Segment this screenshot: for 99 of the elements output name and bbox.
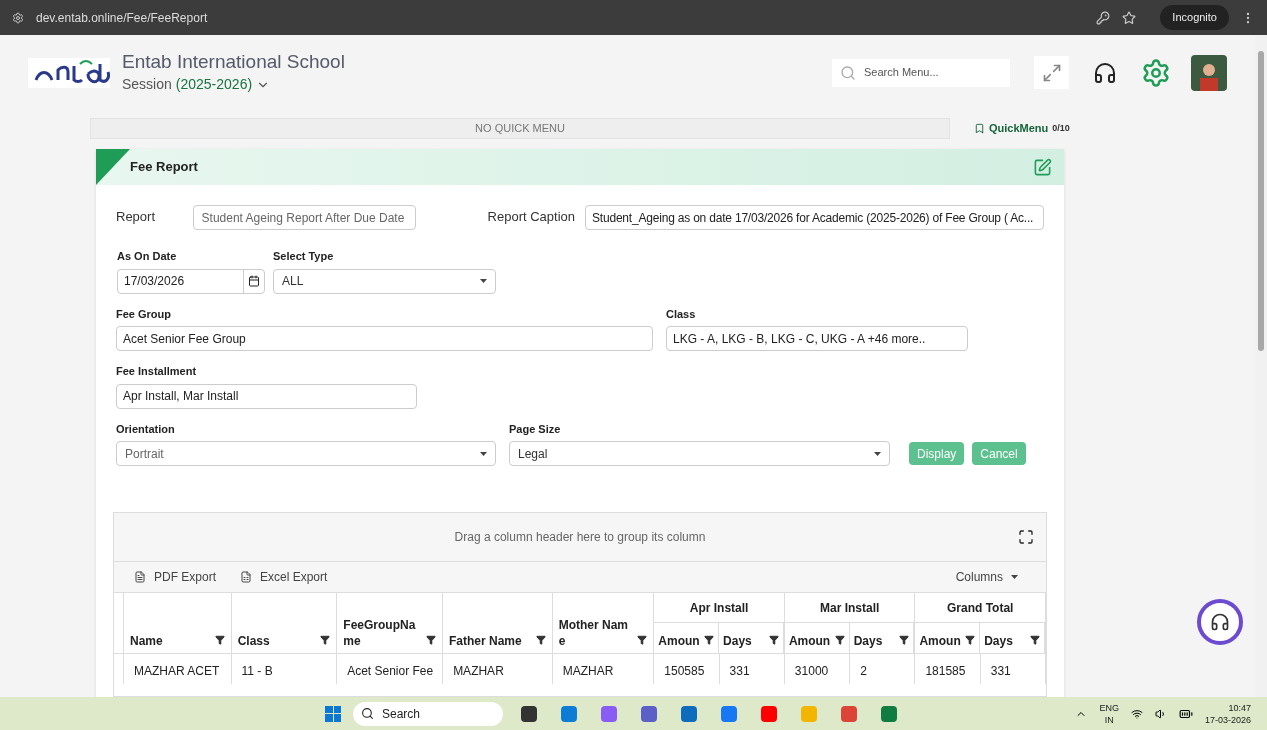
- table-cell: 331: [719, 654, 785, 684]
- fullscreen-icon[interactable]: [1018, 529, 1034, 545]
- table-cell: Acet Senior Fee: [337, 654, 444, 684]
- date-field[interactable]: 17/03/2026: [117, 268, 265, 294]
- school-name: Entab International School: [122, 50, 345, 74]
- table-cell: 181585: [915, 654, 981, 684]
- fullscreen-button[interactable]: [1034, 56, 1069, 89]
- bookmark-star-icon[interactable]: [1122, 10, 1137, 25]
- field-label: Class: [666, 306, 696, 322]
- app-icon[interactable]: [681, 705, 697, 722]
- export-button[interactable]: PDF Export: [134, 568, 216, 586]
- corner-ribbon-icon: [96, 149, 130, 185]
- filter-icon[interactable]: [426, 635, 436, 645]
- field-label: Page Size: [509, 421, 561, 437]
- quick-menu-link[interactable]: QuickMenu 0/10: [974, 120, 1070, 137]
- key-icon[interactable]: [1096, 10, 1111, 25]
- table-cell: MAZHAR: [443, 654, 553, 684]
- column-header[interactable]: Mother Name: [552, 593, 655, 653]
- columns-menu[interactable]: Columns: [955, 568, 1018, 586]
- table-cell: 2: [850, 654, 916, 684]
- column-header[interactable]: Name: [123, 593, 232, 653]
- start-icon[interactable]: [325, 705, 341, 722]
- filter-icon[interactable]: [965, 635, 976, 645]
- table-cell: MAZHAR ACET: [123, 654, 232, 684]
- table-cell: 11 - B: [231, 654, 338, 684]
- field-label: Fee Installment: [116, 364, 197, 379]
- select-field[interactable]: Legal: [509, 441, 890, 466]
- filter-icon[interactable]: [834, 635, 845, 645]
- table-cell: MAZHAR: [552, 654, 655, 684]
- select-field[interactable]: ALL: [273, 268, 496, 294]
- field-label: Select Type: [273, 249, 334, 264]
- help-bot-button[interactable]: [1197, 599, 1243, 645]
- spreadsheet-icon: [240, 571, 252, 583]
- address-bar[interactable]: dev.entab.online/Fee/FeeReport: [36, 8, 1085, 27]
- input-field[interactable]: LKG - A, LKG - B, LKG - C, UKG - A +46 more..: [666, 326, 968, 351]
- app-icon[interactable]: [641, 705, 657, 722]
- filter-icon[interactable]: [704, 635, 715, 645]
- session-selector[interactable]: Session (2025-2026): [122, 74, 345, 95]
- column-header[interactable]: Days: [980, 623, 1045, 653]
- caret-icon: [480, 279, 487, 283]
- filter-icon[interactable]: [535, 635, 546, 645]
- search-icon: [840, 64, 856, 81]
- input-field[interactable]: Apr Install, Mar Install: [116, 383, 417, 409]
- field-label: Report Caption: [487, 208, 575, 226]
- headset-icon: [1210, 612, 1230, 632]
- column-header[interactable]: Days: [719, 623, 784, 653]
- group-header: Mar Install: [784, 593, 915, 623]
- select-field[interactable]: Student Ageing Report After Due Date: [192, 205, 416, 230]
- column-header[interactable]: Father Name: [443, 593, 553, 653]
- export-button[interactable]: Excel Export: [240, 568, 328, 586]
- group-hint: Drag a column header here to group its column: [454, 529, 706, 546]
- clock[interactable]: 10:47 17-03-2026: [1204, 701, 1251, 726]
- filter-icon[interactable]: [768, 635, 779, 645]
- incognito-badge[interactable]: Incognito: [1160, 5, 1229, 30]
- search-field[interactable]: Search Menu...: [832, 58, 1010, 87]
- column-header[interactable]: FeeGroupName: [337, 593, 443, 653]
- quick-menu-bar: NO QUICK MENU: [90, 118, 950, 139]
- avatar[interactable]: [1191, 54, 1227, 91]
- table-cell: 150585: [654, 654, 720, 684]
- table-cell: 331: [980, 654, 1046, 684]
- settings-icon[interactable]: [1141, 57, 1171, 88]
- bookmark-icon: [974, 123, 985, 134]
- field-label: As On Date: [117, 249, 177, 264]
- input-field[interactable]: Acet Senior Fee Group: [116, 326, 653, 351]
- caret-icon: [480, 451, 487, 456]
- column-header[interactable]: Days: [849, 623, 915, 653]
- edit-icon[interactable]: [1033, 157, 1052, 177]
- app-icon[interactable]: [521, 705, 537, 722]
- group-header: Grand Total: [915, 593, 1045, 623]
- field-label: Orientation: [116, 421, 175, 437]
- input-field[interactable]: Student_Ageing as on date 17/03/2026 for Academic (2025-2026) of Fee Group ( Ac...: [585, 205, 1044, 230]
- field-label: Report: [116, 208, 157, 226]
- table-cell: 31000: [784, 654, 851, 684]
- scrollbar-thumb[interactable]: [1258, 51, 1264, 351]
- caret-icon: [1011, 575, 1018, 579]
- select-field[interactable]: Portrait: [116, 441, 496, 466]
- filter-icon[interactable]: [899, 635, 910, 645]
- column-header[interactable]: Amoun: [784, 623, 850, 653]
- search-icon: [361, 707, 374, 720]
- group-header: Apr Install: [654, 593, 784, 623]
- column-header[interactable]: Class: [231, 593, 338, 653]
- panel-title: Fee Report: [130, 158, 198, 177]
- filter-icon[interactable]: [1029, 635, 1040, 645]
- column-header[interactable]: Amoun: [654, 623, 720, 653]
- headset-icon[interactable]: [1093, 60, 1117, 85]
- filter-icon[interactable]: [637, 635, 648, 645]
- filter-icon[interactable]: [214, 635, 225, 645]
- volume-icon[interactable]: [1154, 707, 1167, 720]
- site-info-icon[interactable]: [12, 11, 24, 24]
- calendar-icon[interactable]: [248, 275, 260, 287]
- wifi-icon[interactable]: [1130, 707, 1143, 720]
- language-indicator[interactable]: ENG IN: [1099, 701, 1119, 726]
- caret-icon: [874, 451, 881, 456]
- taskbar-search[interactable]: Search: [353, 701, 503, 726]
- field-label: Fee Group: [116, 306, 171, 322]
- column-header[interactable]: Amoun: [915, 623, 981, 653]
- pdf-icon: [134, 571, 146, 583]
- filter-icon[interactable]: [320, 635, 331, 645]
- expand-icon: [1041, 62, 1062, 83]
